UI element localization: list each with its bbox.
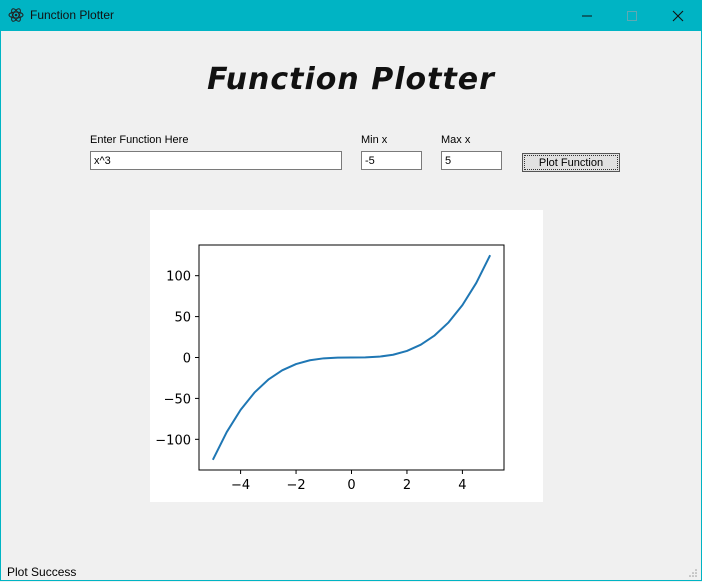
- min-x-input[interactable]: [361, 151, 422, 170]
- minimize-button[interactable]: [564, 0, 610, 31]
- x-tick-label: 2: [403, 478, 411, 493]
- function-chart: −4 −2 0 2 4 −100 −50 0 50 100: [155, 244, 505, 493]
- series-line-0: [211, 254, 492, 461]
- maximize-button[interactable]: [609, 0, 655, 31]
- status-bar-text: Plot Success: [7, 565, 77, 579]
- y-tick-label: −100: [155, 433, 191, 448]
- y-tick-label: −50: [164, 392, 191, 407]
- y-tick-label: 50: [174, 311, 191, 326]
- plot-function-button[interactable]: Plot Function: [522, 153, 620, 172]
- close-icon: [672, 10, 684, 21]
- x-tick-label: 4: [458, 478, 466, 493]
- maximize-icon: [627, 10, 637, 21]
- y-tick-label: 0: [183, 352, 191, 367]
- max-x-input[interactable]: [441, 151, 502, 170]
- window-title: Function Plotter: [30, 8, 115, 22]
- atom-app-icon: [8, 8, 24, 22]
- min-x-label: Min x: [361, 134, 388, 146]
- y-tick-label: 100: [166, 270, 191, 285]
- max-x-label: Max x: [441, 134, 471, 146]
- app-heading: Function Plotter: [207, 62, 495, 97]
- title-bar: Function Plotter: [0, 0, 702, 31]
- x-tick-label: 0: [347, 478, 355, 493]
- plot-canvas: −4 −2 0 2 4 −100 −50 0 50 100: [150, 210, 543, 502]
- x-tick-label: −4: [231, 478, 250, 493]
- x-tick-label: −2: [286, 478, 305, 493]
- minimize-icon: [582, 15, 592, 16]
- function-input[interactable]: [90, 151, 342, 170]
- close-button[interactable]: [655, 0, 701, 31]
- resize-grip-icon[interactable]: [688, 568, 698, 578]
- function-label: Enter Function Here: [90, 134, 189, 146]
